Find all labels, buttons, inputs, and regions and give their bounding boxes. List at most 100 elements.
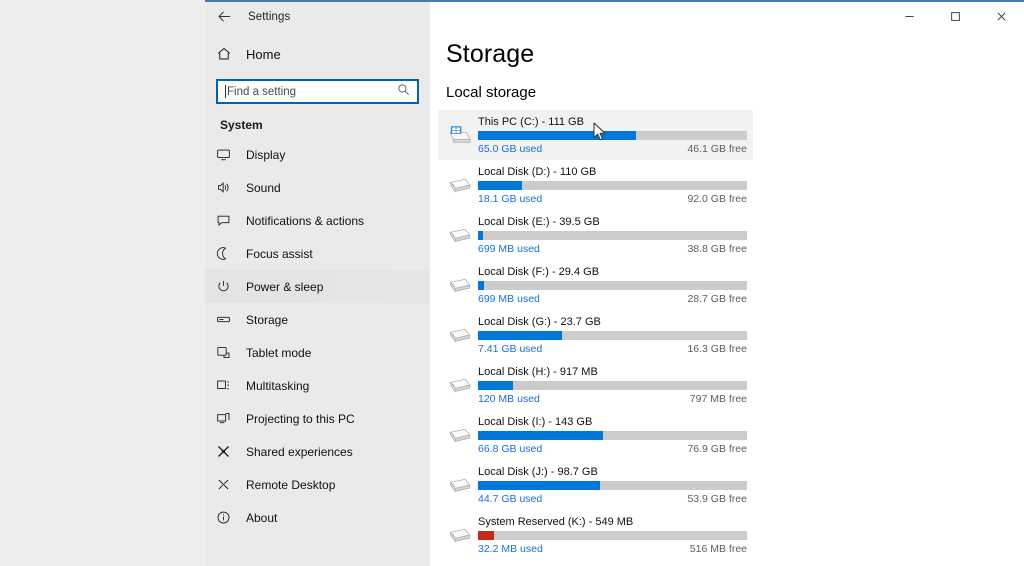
close-button[interactable] <box>978 2 1024 31</box>
drive-usage-fill <box>478 230 483 240</box>
drive-body: Local Disk (D:) - 110 GB 18.1 GB used 92.0… <box>478 166 755 205</box>
drive-usage-bar <box>478 230 747 240</box>
drive-body: System Reserved (K:) - 549 MB 32.2 MB use… <box>478 516 755 555</box>
drive-stats: 18.1 GB used 92.0 GB free <box>478 193 747 205</box>
drive-name: Local Disk (F:) - 29.4 GB <box>478 265 600 278</box>
drive-usage-fill <box>478 380 514 390</box>
back-button[interactable] <box>205 2 243 31</box>
drive-used-label[interactable]: 32.2 MB used <box>478 543 543 555</box>
close-icon <box>997 12 1005 21</box>
drive-used-label[interactable]: 699 MB used <box>478 293 540 305</box>
sidebar-item-notifications[interactable]: Notifications & actions <box>205 204 430 237</box>
search-icon[interactable] <box>397 83 410 101</box>
drive-free-label: 516 MB free <box>689 542 747 555</box>
drive-used-label[interactable]: 699 MB used <box>478 243 540 255</box>
sidebar-item-label: Tablet mode <box>246 345 312 360</box>
drive-icon <box>449 328 471 343</box>
sidebar-item-power-sleep[interactable]: Power & sleep <box>205 270 430 303</box>
sidebar-item-display[interactable]: Display <box>205 138 430 171</box>
drive-body: This PC (C:) - 111 GB 65.0 GB used 46.1 GB… <box>478 116 755 155</box>
drive-row[interactable]: Local Disk (E:) - 39.5 GB 699 MB used 38.8… <box>438 210 753 260</box>
drive-icon <box>438 225 478 245</box>
drive-used-label[interactable]: 18.1 GB used <box>478 193 542 205</box>
drive-row[interactable]: This PC (C:) - 111 GB 65.0 GB used 46.1 GB… <box>438 110 753 160</box>
drive-free-label: 76.9 GB free <box>687 442 747 455</box>
drive-usage-fill <box>478 180 523 190</box>
settings-window: Settings Home Find a setting System Disp… <box>205 0 1024 566</box>
drive-name: Local Disk (E:) - 39.5 GB <box>478 215 600 228</box>
drive-used-label[interactable]: 65.0 GB used <box>478 143 542 155</box>
drive-icon <box>449 478 471 493</box>
sidebar-item-shared-experiences[interactable]: Shared experiences <box>205 435 430 468</box>
section-heading: Local storage <box>446 84 537 101</box>
drive-icon <box>438 525 478 545</box>
drive-row[interactable]: Local Disk (I:) - 143 GB 66.8 GB used 76.9… <box>438 410 753 460</box>
drive-body: Local Disk (I:) - 143 GB 66.8 GB used 76.9… <box>478 416 755 455</box>
sidebar-item-multitasking[interactable]: Multitasking <box>205 369 430 402</box>
maximize-icon <box>950 12 960 21</box>
drive-row[interactable]: Local Disk (J:) - 98.7 GB 44.7 GB used 53.… <box>438 460 753 510</box>
sidebar-item-label: Shared experiences <box>246 444 353 459</box>
screen: Settings Home Find a setting System Disp… <box>0 0 1024 566</box>
search-container: Find a setting <box>216 79 419 104</box>
minimize-icon <box>904 16 914 17</box>
sidebar-section-title: System <box>220 118 263 132</box>
drive-body: Local Disk (G:) - 23.7 GB 7.41 GB used 16.… <box>478 316 755 355</box>
drive-stats: 66.8 GB used 76.9 GB free <box>478 443 747 455</box>
back-arrow-icon <box>217 11 230 22</box>
drive-icon <box>438 325 478 345</box>
drive-stats: 120 MB used 797 MB free <box>478 393 747 405</box>
drive-icon <box>449 178 471 193</box>
drive-row[interactable]: Local Disk (D:) - 110 GB 18.1 GB used 92.0… <box>438 160 753 210</box>
drive-icon <box>449 378 471 393</box>
sidebar-item-tablet-mode[interactable]: Tablet mode <box>205 336 430 369</box>
drive-usage-bar <box>478 130 747 140</box>
drive-row[interactable]: Local Disk (F:) - 29.4 GB 699 MB used 28.7… <box>438 260 753 310</box>
sidebar-item-label: Remote Desktop <box>246 477 336 492</box>
drive-row[interactable]: Local Disk (G:) - 23.7 GB 7.41 GB used 16.… <box>438 310 753 360</box>
drive-free-label: 92.0 GB free <box>687 192 747 205</box>
titlebar: Settings <box>205 2 1024 31</box>
sidebar-item-storage[interactable]: Storage <box>205 303 430 336</box>
drive-used-label[interactable]: 7.41 GB used <box>478 343 542 355</box>
window-title: Settings <box>248 10 291 23</box>
drive-name: Local Disk (I:) - 143 GB <box>478 415 593 428</box>
drive-row[interactable]: Local Disk (H:) - 917 MB 120 MB used 797 M… <box>438 360 753 410</box>
storage-icon <box>216 312 242 327</box>
drive-stats: 7.41 GB used 16.3 GB free <box>478 343 747 355</box>
drive-used-label[interactable]: 44.7 GB used <box>478 493 542 505</box>
sidebar-item-label: Focus assist <box>246 246 313 261</box>
sidebar-item-about[interactable]: About <box>205 501 430 534</box>
tablet-icon <box>216 345 242 360</box>
drive-usage-fill <box>478 530 494 540</box>
drive-row[interactable]: System Reserved (K:) - 549 MB 32.2 MB use… <box>438 510 753 560</box>
drive-list: This PC (C:) - 111 GB 65.0 GB used 46.1 GB… <box>430 110 1024 560</box>
minimize-button[interactable] <box>886 2 932 31</box>
windows-drive-icon <box>449 126 471 143</box>
sidebar-item-label: Projecting to this PC <box>246 411 355 426</box>
drive-usage-fill <box>478 430 604 440</box>
drive-icon <box>438 475 478 495</box>
drive-stats: 699 MB used 28.7 GB free <box>478 293 747 305</box>
sidebar-item-remote-desktop[interactable]: Remote Desktop <box>205 468 430 501</box>
drive-usage-bar <box>478 280 747 290</box>
windows-drive-icon <box>438 124 478 146</box>
drive-icon <box>438 175 478 195</box>
search-input[interactable]: Find a setting <box>216 79 419 104</box>
drive-usage-bar <box>478 480 747 490</box>
sidebar-item-focus-assist[interactable]: Focus assist <box>205 237 430 270</box>
monitor-icon <box>216 147 242 162</box>
sidebar-item-sound[interactable]: Sound <box>205 171 430 204</box>
maximize-button[interactable] <box>932 2 978 31</box>
drive-name: Local Disk (G:) - 23.7 GB <box>478 315 601 328</box>
drive-name: Local Disk (J:) - 98.7 GB <box>478 465 598 478</box>
drive-name: System Reserved (K:) - 549 MB <box>478 515 634 528</box>
titlebar-left: Settings <box>205 2 430 31</box>
sidebar-item-home[interactable]: Home <box>205 38 430 70</box>
multitasking-icon <box>216 378 242 393</box>
drive-used-label[interactable]: 66.8 GB used <box>478 443 542 455</box>
sidebar-item-label: Display <box>246 147 286 162</box>
drive-used-label[interactable]: 120 MB used <box>478 393 540 405</box>
drive-free-label: 28.7 GB free <box>687 292 747 305</box>
sidebar-item-projecting[interactable]: Projecting to this PC <box>205 402 430 435</box>
